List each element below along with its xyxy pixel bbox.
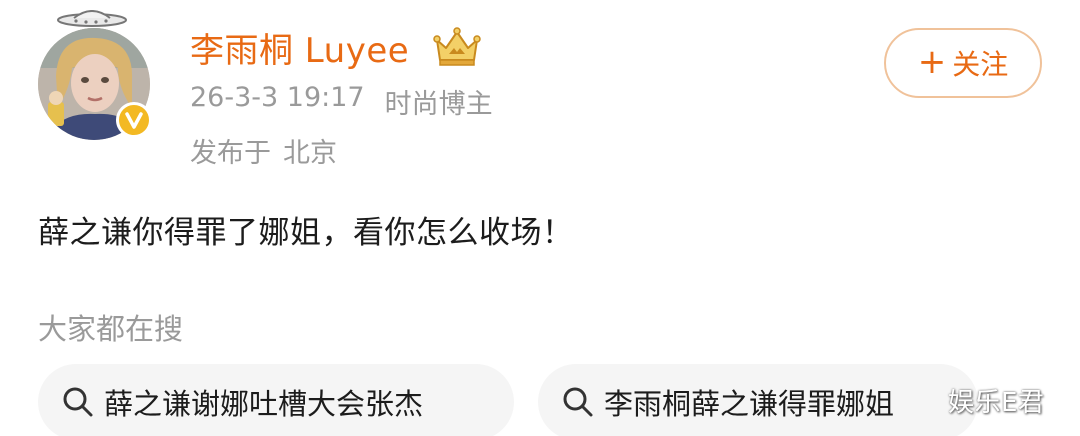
- avatar-container[interactable]: [30, 10, 160, 140]
- post-location: 发布于 北京: [190, 131, 337, 170]
- follow-button[interactable]: + 关注: [884, 28, 1042, 98]
- search-suggestion-chip[interactable]: 薛之谦谢娜吐槽大会张杰: [38, 364, 514, 436]
- search-icon: [563, 387, 593, 417]
- location-value: 北京: [283, 138, 337, 169]
- watermark: 娱乐E君: [948, 388, 1045, 418]
- verified-badge-icon: [116, 102, 152, 138]
- search-suggestion-chip[interactable]: 李雨桐薛之谦得罪娜姐: [538, 364, 978, 436]
- post-text: 薛之谦你得罪了娜姐，看你怎么收场！: [38, 215, 574, 251]
- post-meta: 26-3-3 19:17 时尚博主: [190, 82, 493, 121]
- post-time: 26-3-3 19:17: [190, 82, 365, 113]
- username[interactable]: 李雨桐 Luyee: [190, 22, 409, 72]
- search-suggestion-label: 薛之谦谢娜吐槽大会张杰: [104, 387, 424, 421]
- location-prefix: 发布于: [190, 138, 271, 169]
- search-section-title: 大家都在搜: [38, 312, 184, 346]
- search-suggestion-label: 李雨桐薛之谦得罪娜姐: [604, 387, 895, 421]
- search-icon: [63, 387, 93, 417]
- follow-button-label: 关注: [952, 48, 1009, 81]
- user-category: 时尚博主: [384, 89, 493, 120]
- plus-icon: +: [917, 41, 947, 82]
- crown-icon: [433, 27, 481, 66]
